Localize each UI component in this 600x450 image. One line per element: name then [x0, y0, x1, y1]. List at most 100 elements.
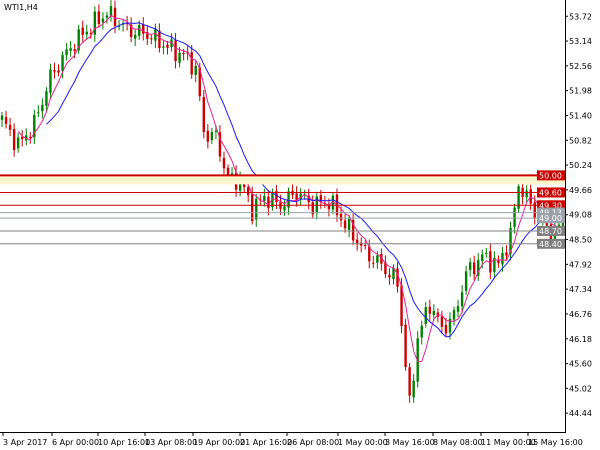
- candle: [97, 4, 101, 28]
- candle: [497, 255, 500, 268]
- candle: [412, 374, 415, 403]
- candle-body: [529, 189, 532, 204]
- level-label: 48.40: [539, 240, 562, 249]
- candle-body: [69, 48, 72, 51]
- candle-body: [267, 196, 270, 209]
- candle-body: [53, 70, 56, 72]
- candle: [477, 253, 480, 281]
- candle-body: [372, 262, 375, 264]
- candle-body: [12, 129, 16, 151]
- candle-body: [8, 125, 12, 130]
- candle-body: [481, 254, 484, 262]
- y-tick-label: 47.34: [569, 285, 592, 294]
- x-tick-label: 3 May 16:00: [385, 438, 435, 447]
- candle-body: [412, 380, 415, 398]
- candle-body: [206, 130, 210, 142]
- y-tick-label: 45.60: [569, 360, 592, 369]
- candle: [343, 214, 347, 233]
- candle: [146, 25, 149, 46]
- candle: [295, 186, 298, 207]
- candle: [408, 363, 411, 403]
- candle: [291, 184, 294, 200]
- candle: [0, 112, 4, 128]
- candle: [190, 45, 193, 79]
- candle-body: [263, 195, 266, 202]
- x-tick-label: 26 Apr 08:00: [287, 438, 339, 447]
- x-tick-label: 8 May 08:00: [433, 438, 483, 447]
- x-tick-label: 1 May 00:00: [338, 438, 388, 447]
- candle: [33, 109, 36, 145]
- y-tick-label: 52.56: [569, 62, 592, 71]
- candle-body: [440, 316, 444, 327]
- candle-body: [420, 325, 423, 338]
- candle-body: [424, 307, 427, 325]
- candle-body: [97, 11, 101, 25]
- candle: [456, 299, 460, 318]
- y-tick-label: 46.18: [569, 335, 592, 344]
- candle: [41, 98, 44, 119]
- moving-averages-layer: [17, 14, 564, 363]
- candle-body: [81, 27, 84, 35]
- candle: [472, 255, 476, 281]
- x-tick-label: 13 Apr 08:00: [145, 438, 197, 447]
- candle-body: [456, 306, 460, 312]
- candle-body: [93, 11, 97, 35]
- x-tick-label: 6 Apr 00:00: [52, 438, 99, 447]
- level-label: 48.70: [539, 227, 562, 236]
- candle: [4, 110, 8, 129]
- candle-body: [251, 193, 254, 222]
- candle-body: [283, 206, 286, 211]
- candle-body: [364, 245, 367, 247]
- candle: [468, 257, 472, 277]
- level-label: 49.00: [539, 214, 562, 223]
- candle: [101, 12, 105, 30]
- candle: [12, 123, 16, 157]
- candle-body: [513, 207, 516, 227]
- candle: [210, 127, 214, 145]
- candle-body: [533, 202, 536, 218]
- candle-body: [41, 105, 44, 112]
- candle-body: [501, 252, 504, 265]
- candle: [202, 89, 206, 139]
- candle: [154, 23, 157, 48]
- y-tick-label: 45.02: [569, 384, 592, 393]
- candle: [49, 63, 52, 99]
- levels-layer: 50.0049.6049.3049.1349.0048.7048.40: [0, 170, 565, 249]
- candle-body: [158, 30, 161, 49]
- y-tick-label: 46.76: [569, 310, 592, 319]
- y-tick-label: 53.72: [569, 12, 592, 21]
- candle-body: [295, 193, 298, 200]
- candle-body: [315, 196, 319, 213]
- candle-body: [49, 69, 52, 93]
- y-tick-label: 47.92: [569, 260, 592, 269]
- level-label: 50.00: [539, 171, 562, 180]
- candle: [311, 195, 314, 219]
- y-tick-label: 49.66: [569, 186, 592, 195]
- ma-fast-line: [17, 14, 564, 363]
- candle-body: [339, 213, 343, 221]
- candle: [37, 105, 40, 118]
- candle-body: [105, 15, 109, 18]
- candle-body: [178, 52, 181, 63]
- x-tick-label: 19 Apr 00:00: [193, 438, 245, 447]
- candle: [45, 87, 48, 111]
- candle: [206, 124, 210, 149]
- candle: [388, 268, 391, 285]
- candle-body: [150, 38, 153, 40]
- candle: [464, 265, 468, 295]
- candle-body: [428, 306, 432, 314]
- candle: [404, 318, 407, 371]
- candle-body: [16, 137, 20, 149]
- candle-body: [246, 187, 250, 196]
- candle: [452, 306, 456, 326]
- candle-body: [133, 34, 137, 39]
- candle: [513, 203, 516, 234]
- candle: [65, 42, 68, 61]
- y-tick-label: 53.14: [569, 37, 592, 46]
- candle: [509, 221, 512, 261]
- candle-body: [174, 40, 177, 62]
- chart-title: WTI1,H4: [4, 3, 38, 12]
- y-tick-label: 50.82: [569, 136, 592, 145]
- level-band: [0, 175, 565, 185]
- y-tick-label: 49.08: [569, 211, 592, 220]
